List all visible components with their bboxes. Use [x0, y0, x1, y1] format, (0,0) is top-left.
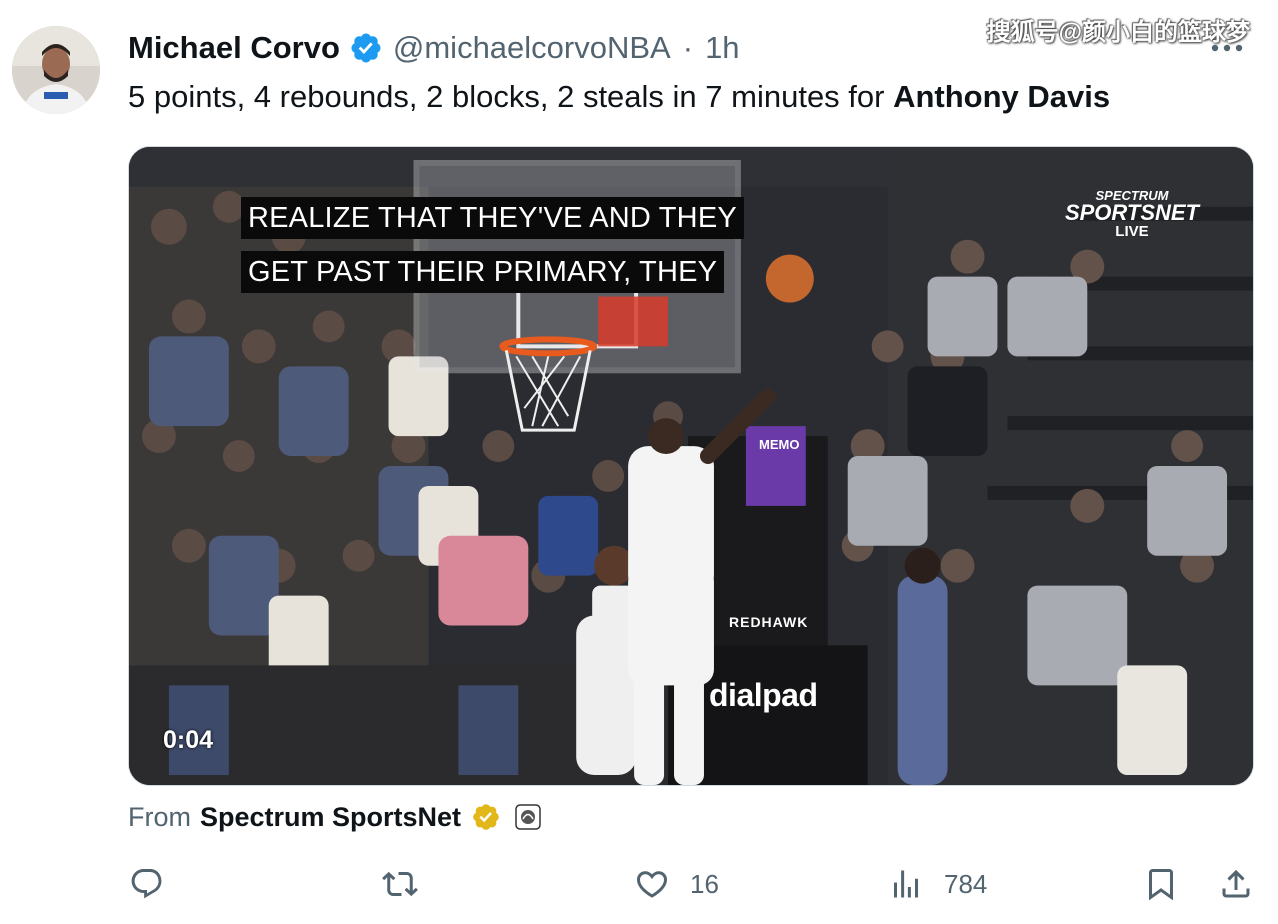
player-name: Anthony Davis [893, 79, 1111, 114]
tweet-card: Michael Corvo @michaelcorvoNBA · 1h 搜狐号@… [0, 0, 1278, 924]
court-sign: MEMO [759, 437, 800, 452]
like-button[interactable]: 16 [634, 866, 719, 902]
post-time[interactable]: 1h [705, 30, 739, 66]
retweet-button[interactable] [382, 866, 438, 902]
like-count: 16 [690, 868, 719, 899]
verified-badge-icon [351, 33, 381, 63]
action-bar: 16 784 [0, 860, 1278, 912]
views-icon [894, 870, 918, 898]
reply-icon [131, 869, 162, 899]
network-logo: SPECTRUM SPORTSNET LIVE [1065, 189, 1199, 239]
network-logo-sub: LIVE [1115, 223, 1149, 240]
tweet-text: 5 points, 4 rebounds, 2 blocks, 2 steals… [128, 78, 1110, 116]
video-caption-line-1: REALIZE THAT THEY'VE AND THEY [241, 197, 744, 239]
views-button[interactable]: 784 [888, 866, 987, 902]
bookmark-icon [1149, 869, 1173, 901]
separator-dot: · [682, 30, 694, 65]
video-frame [129, 147, 1253, 785]
like-icon [636, 871, 668, 898]
court-ad-dialpad: dialpad [709, 677, 818, 713]
video-timestamp: 0:04 [163, 726, 214, 754]
video-caption-line-2: GET PAST THEIR PRIMARY, THEY [241, 251, 725, 293]
source-prefix: From [128, 802, 191, 832]
court-ad-redhawk: REDHAWK [729, 614, 809, 630]
video-player[interactable]: REALIZE THAT THEY'VE AND THEY GET PAST T… [128, 146, 1254, 786]
network-logo-main: SPORTSNET [1064, 200, 1199, 225]
tweet-text-body: 5 points, 4 rebounds, 2 blocks, 2 steals… [128, 79, 894, 114]
share-button[interactable] [1218, 866, 1254, 902]
tweet-header: Michael Corvo @michaelcorvoNBA · 1h [128, 30, 740, 66]
share-icon [1222, 869, 1250, 898]
retweet-icon [382, 871, 418, 897]
source-name[interactable]: Spectrum SportsNet [200, 800, 461, 834]
avatar[interactable] [12, 26, 100, 114]
reply-button[interactable] [129, 866, 185, 902]
author-handle[interactable]: @michaelcorvoNBA [393, 30, 671, 66]
view-count: 784 [944, 868, 988, 899]
more-icon[interactable] [1210, 40, 1244, 56]
bookmark-button[interactable] [1143, 866, 1179, 902]
verified-gold-badge-icon [473, 804, 499, 830]
source-line: From Spectrum SportsNet [128, 800, 541, 834]
affiliate-logo-icon [515, 804, 541, 830]
display-name[interactable]: Michael Corvo [128, 30, 340, 66]
